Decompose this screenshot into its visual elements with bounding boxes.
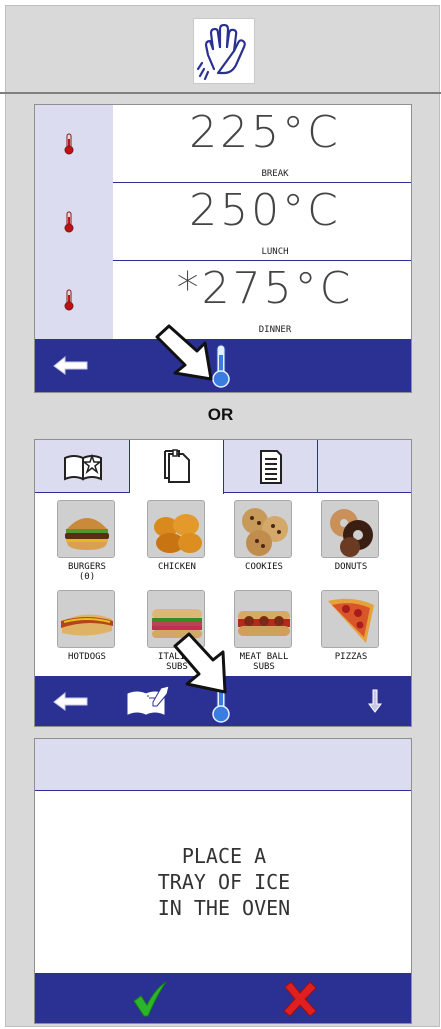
temp-value: *275°C bbox=[176, 263, 354, 314]
cookies-image bbox=[234, 500, 292, 558]
product-label: BURGERS (0) bbox=[68, 562, 106, 582]
pointer-arrow-icon bbox=[173, 632, 227, 694]
product-donuts[interactable]: DONUTS bbox=[309, 496, 393, 586]
recipe-book-edit-icon[interactable] bbox=[125, 684, 173, 718]
bottom-bar bbox=[35, 973, 411, 1023]
tab-list[interactable] bbox=[224, 440, 318, 493]
product-burgers[interactable]: BURGERS (0) bbox=[45, 496, 129, 586]
or-separator: OR bbox=[207, 405, 234, 424]
cancel-x-icon[interactable] bbox=[281, 979, 319, 1019]
product-label: COOKIES bbox=[245, 562, 283, 572]
clipboard-icon bbox=[164, 449, 190, 483]
confirm-check-icon[interactable] bbox=[131, 979, 169, 1019]
screen-header bbox=[35, 739, 411, 791]
product-label: CHICKEN bbox=[158, 562, 196, 572]
product-label: HOTDOGS bbox=[68, 652, 106, 662]
prompt-message: PLACE A TRAY OF ICE IN THE OVEN bbox=[157, 844, 291, 920]
temperature-presets-screen: 225°C BREAK 250°C LUNCH *275°C DINNER bbox=[34, 104, 412, 393]
pointer-arrow-icon bbox=[155, 324, 213, 381]
burger-image bbox=[57, 500, 115, 558]
product-label: PIZZAS bbox=[334, 652, 368, 662]
temp-value: 225°C bbox=[189, 107, 341, 158]
temp-label: BREAK bbox=[261, 169, 289, 179]
hotdog-image bbox=[57, 590, 115, 648]
product-pizzas[interactable]: PIZZAS bbox=[309, 586, 393, 676]
thermometer-icon bbox=[64, 289, 74, 315]
temp-row-lunch[interactable]: 250°C LUNCH bbox=[35, 183, 411, 261]
down-arrow-icon[interactable] bbox=[368, 688, 382, 714]
back-arrow-icon[interactable] bbox=[51, 690, 91, 712]
ice-tray-prompt-screen: PLACE A TRAY OF ICE IN THE OVEN bbox=[34, 738, 412, 1024]
product-menu-screen: BURGERS (0) CHICKEN COOKIES DONUTS HOTDO… bbox=[34, 439, 412, 727]
hand-clean-icon bbox=[193, 18, 255, 84]
product-hotdogs[interactable]: HOTDOGS bbox=[45, 586, 129, 676]
back-arrow-icon[interactable] bbox=[51, 354, 91, 376]
product-label: DONUTS bbox=[334, 562, 368, 572]
temp-value: 250°C bbox=[189, 185, 341, 236]
recipe-book-star-icon bbox=[64, 453, 103, 481]
product-chicken[interactable]: CHICKEN bbox=[135, 496, 219, 586]
header-divider bbox=[0, 92, 441, 94]
tab-clipboard[interactable] bbox=[130, 440, 224, 494]
list-page-icon bbox=[260, 450, 282, 484]
tab-bar bbox=[35, 440, 411, 494]
thermometer-icon bbox=[64, 211, 74, 237]
thermometer-icon bbox=[64, 133, 74, 159]
temp-label: LUNCH bbox=[261, 247, 289, 257]
temp-row-break[interactable]: 225°C BREAK bbox=[35, 105, 411, 183]
chicken-image bbox=[147, 500, 205, 558]
tab-recipe-book[interactable] bbox=[35, 440, 130, 493]
donuts-image bbox=[321, 500, 379, 558]
product-cookies[interactable]: COOKIES bbox=[222, 496, 306, 586]
pizza-image bbox=[321, 590, 379, 648]
